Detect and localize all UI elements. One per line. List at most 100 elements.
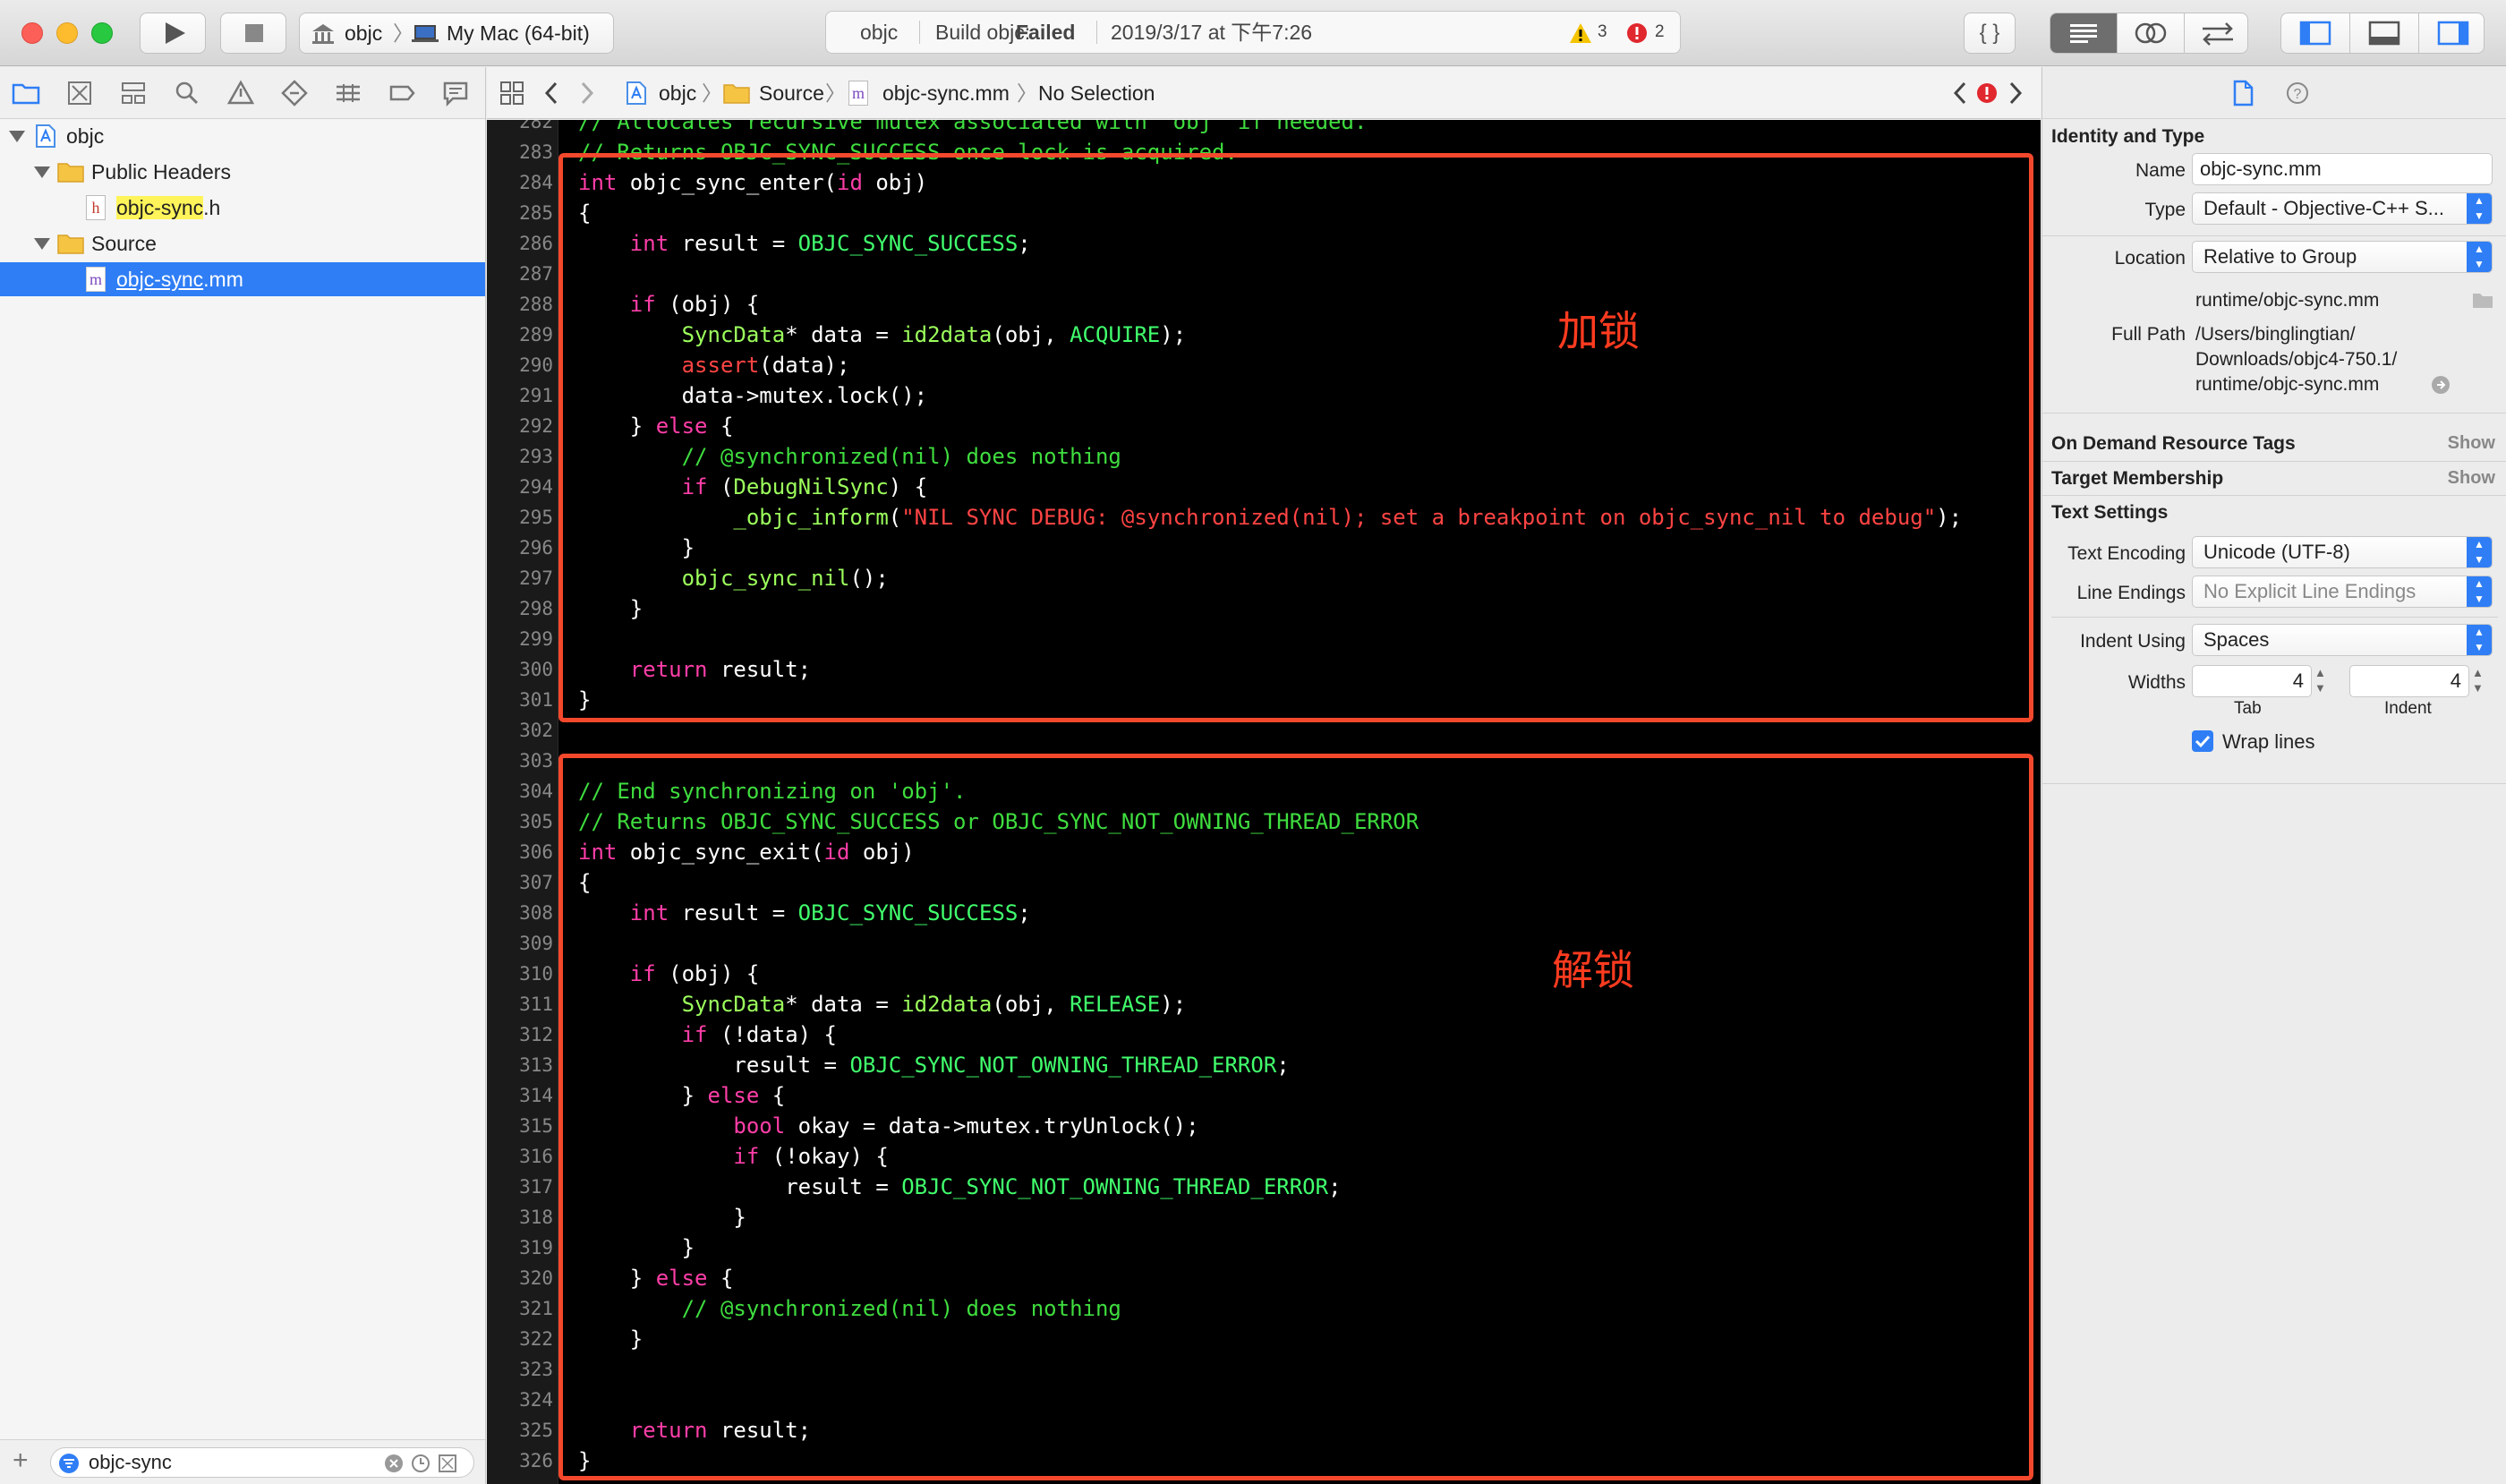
choose-location-folder-icon[interactable] <box>2472 291 2493 309</box>
line-number[interactable]: 304 <box>487 776 553 806</box>
show-target-membership-button[interactable]: Show <box>2448 468 2495 489</box>
clear-filter-icon[interactable] <box>384 1454 404 1473</box>
line-number[interactable]: 323 <box>487 1354 553 1385</box>
forward-chevron-icon[interactable] <box>578 81 596 105</box>
source-editor[interactable]: 282 283 284 285 286 287 288 289 290 291 292 293 294 2… <box>487 120 2041 1484</box>
nav-item-file-header[interactable]: h objc-sync.h <box>0 191 485 225</box>
code-line[interactable]: // Allocates recursive mutex associated … <box>578 120 1367 137</box>
quick-help-icon[interactable]: ? <box>2286 81 2309 105</box>
assistant-editor-button[interactable] <box>2118 13 2185 53</box>
file-inspector-icon[interactable] <box>2232 80 2255 107</box>
location-popup[interactable]: Relative to Group ▲ ▼ <box>2192 241 2493 273</box>
library-button[interactable]: { } <box>1964 13 2016 54</box>
line-number-gutter[interactable]: 282 283 284 285 286 287 288 289 290 291 292 293 294 2… <box>487 120 558 1484</box>
line-number[interactable]: 307 <box>487 867 553 898</box>
scheme-selector[interactable]: objc 〉 My Mac (64-bit) <box>299 13 614 54</box>
test-navigator-icon[interactable] <box>279 78 310 108</box>
line-number[interactable]: 311 <box>487 989 553 1019</box>
line-number[interactable]: 282 <box>487 120 553 137</box>
line-number[interactable]: 302 <box>487 715 553 746</box>
issue-navigator-icon[interactable] <box>226 78 256 108</box>
line-number[interactable]: 292 <box>487 411 553 441</box>
indent-width-stepper-icon[interactable]: ▲ ▼ <box>2472 665 2484 695</box>
line-number[interactable]: 312 <box>487 1019 553 1050</box>
line-number[interactable]: 294 <box>487 472 553 502</box>
nav-item-project[interactable]: objc <box>0 119 485 153</box>
next-issue-chevron-icon[interactable] <box>2007 81 2024 105</box>
line-number[interactable]: 301 <box>487 685 553 715</box>
text-encoding-popup[interactable]: Unicode (UTF-8) ▲ ▼ <box>2192 536 2493 568</box>
name-field[interactable]: objc-sync.mm <box>2192 153 2493 185</box>
disclosure-triangle-icon[interactable] <box>9 131 25 142</box>
tab-width-field[interactable]: 4 <box>2192 665 2312 697</box>
line-number[interactable]: 317 <box>487 1172 553 1202</box>
line-number[interactable]: 295 <box>487 502 553 533</box>
line-number[interactable]: 284 <box>487 167 553 198</box>
line-number[interactable]: 309 <box>487 928 553 959</box>
line-number[interactable]: 314 <box>487 1080 553 1111</box>
line-number[interactable]: 290 <box>487 350 553 380</box>
tab-width-stepper-icon[interactable]: ▲ ▼ <box>2314 665 2326 695</box>
source-control-icon[interactable] <box>64 78 95 108</box>
toggle-navigator-button[interactable] <box>2281 13 2350 53</box>
line-number[interactable]: 315 <box>487 1111 553 1141</box>
type-popup[interactable]: Default - Objective-C++ S... ▲ ▼ <box>2192 192 2493 225</box>
version-editor-button[interactable] <box>2185 13 2247 53</box>
jump-crumb-group[interactable]: Source <box>759 67 824 119</box>
line-endings-popup[interactable]: No Explicit Line Endings ▲ ▼ <box>2192 576 2493 608</box>
indent-using-popup[interactable]: Spaces ▲ ▼ <box>2192 624 2493 656</box>
line-number[interactable]: 321 <box>487 1293 553 1324</box>
line-number[interactable]: 325 <box>487 1415 553 1446</box>
line-number[interactable]: 308 <box>487 898 553 928</box>
line-number[interactable]: 293 <box>487 441 553 472</box>
report-navigator-icon[interactable] <box>440 78 471 108</box>
nav-item-file-source-selected[interactable]: m objc-sync.mm <box>0 262 485 296</box>
disclosure-triangle-icon[interactable] <box>34 238 50 250</box>
line-number[interactable]: 322 <box>487 1324 553 1354</box>
zoom-window-button[interactable] <box>91 22 113 44</box>
line-number[interactable]: 287 <box>487 259 553 289</box>
line-number[interactable]: 318 <box>487 1202 553 1232</box>
line-number[interactable]: 326 <box>487 1446 553 1476</box>
jump-crumb-project[interactable]: objc <box>659 67 696 119</box>
line-number[interactable]: 298 <box>487 593 553 624</box>
stop-button[interactable] <box>220 13 286 54</box>
line-number[interactable]: 313 <box>487 1050 553 1080</box>
line-number[interactable]: 283 <box>487 137 553 167</box>
filter-field[interactable]: objc-sync <box>50 1447 474 1478</box>
search-icon[interactable] <box>172 78 202 108</box>
line-number[interactable]: 320 <box>487 1263 553 1293</box>
reveal-in-finder-arrow-icon[interactable] <box>2431 375 2451 395</box>
filter-input[interactable]: objc-sync <box>89 1448 172 1477</box>
folder-icon[interactable] <box>11 78 41 108</box>
line-number[interactable]: 289 <box>487 320 553 350</box>
nav-item-group-public-headers[interactable]: Public Headers <box>0 155 485 189</box>
line-number[interactable]: 296 <box>487 533 553 563</box>
close-window-button[interactable] <box>21 22 43 44</box>
activity-viewer[interactable]: objc Build objc: Failed 2019/3/17 at 下午7… <box>825 11 1681 54</box>
line-number[interactable]: 291 <box>487 380 553 411</box>
line-number[interactable]: 303 <box>487 746 553 776</box>
jump-crumb-file[interactable]: objc-sync.mm <box>882 67 1010 119</box>
toggle-inspector-button[interactable] <box>2419 13 2484 53</box>
back-chevron-icon[interactable] <box>542 81 560 105</box>
symbol-navigator-icon[interactable] <box>118 78 149 108</box>
related-items-grid-icon[interactable] <box>499 81 524 106</box>
line-number[interactable]: 297 <box>487 563 553 593</box>
line-number[interactable]: 306 <box>487 837 553 867</box>
recent-files-clock-icon[interactable] <box>411 1454 430 1473</box>
toggle-debug-area-button[interactable] <box>2350 13 2419 53</box>
line-number[interactable]: 305 <box>487 806 553 837</box>
show-on-demand-tags-button[interactable]: Show <box>2448 433 2495 454</box>
line-number[interactable]: 324 <box>487 1385 553 1415</box>
disclosure-triangle-icon[interactable] <box>34 166 50 178</box>
line-number[interactable]: 286 <box>487 228 553 259</box>
debug-navigator-icon[interactable] <box>333 78 363 108</box>
nav-item-group-source[interactable]: Source <box>0 226 485 260</box>
line-number[interactable]: 300 <box>487 654 553 685</box>
add-file-plus-icon[interactable]: + <box>13 1447 29 1474</box>
line-number[interactable]: 319 <box>487 1232 553 1263</box>
wrap-lines-checkbox[interactable] <box>2192 730 2213 752</box>
minimize-window-button[interactable] <box>56 22 78 44</box>
source-control-filter-icon[interactable] <box>438 1454 457 1473</box>
